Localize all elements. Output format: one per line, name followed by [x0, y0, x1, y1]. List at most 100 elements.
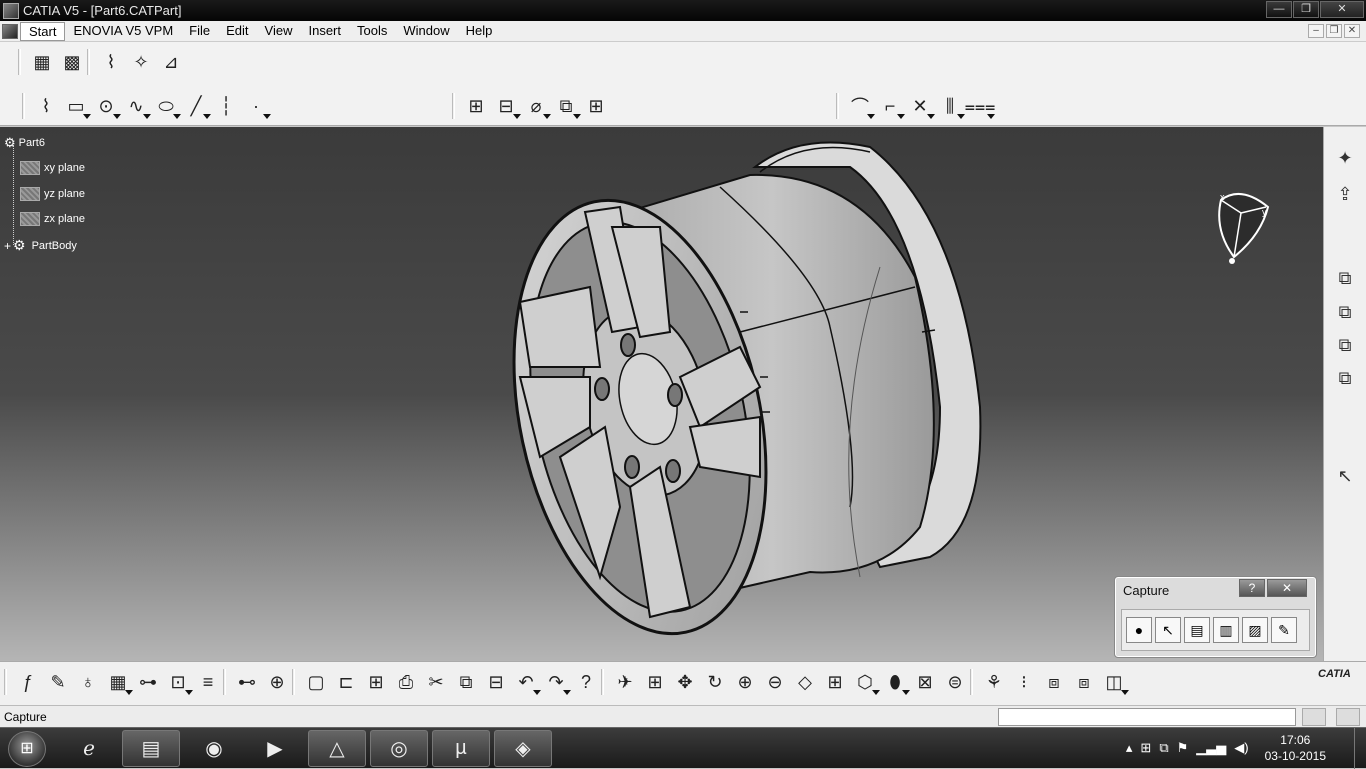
circle-icon[interactable]: ⊙ [91, 92, 121, 120]
rectangle-icon[interactable]: ▭ [61, 92, 91, 120]
grid-icon[interactable]: ▦ [27, 48, 57, 76]
swap-space-icon[interactable]: ⊜ [940, 668, 970, 696]
profile-icon[interactable]: ⌇ [31, 92, 61, 120]
maximize-button[interactable]: ❐ [1293, 1, 1319, 18]
update-all-icon[interactable]: ⧈ [1069, 668, 1099, 696]
menu-view[interactable]: View [257, 21, 301, 41]
3d-viewport[interactable]: ⚙ Part6 xy plane yz plane zx plane + ⚙ P… [0, 127, 1323, 661]
toolbar-grip[interactable] [18, 49, 21, 75]
toolbar-grip[interactable] [452, 93, 455, 119]
menu-help[interactable]: Help [458, 21, 501, 41]
clock[interactable]: 17:06 03-10-2015 [1265, 732, 1326, 764]
graph-icon[interactable]: ⊶ [133, 668, 163, 696]
toolbar-grip[interactable] [87, 49, 90, 75]
record-icon[interactable]: ● [1126, 617, 1152, 643]
menu-file[interactable]: File [181, 21, 218, 41]
sketch-analysis-icon[interactable]: ⚘ [979, 668, 1009, 696]
multi-view-icon[interactable]: ⊞ [820, 668, 850, 696]
doc-minimize-button[interactable]: – [1308, 24, 1324, 38]
save-icon[interactable]: ⊞ [361, 668, 391, 696]
list-icon[interactable]: ⁝ [1009, 668, 1039, 696]
toolbar-grip[interactable] [4, 669, 7, 695]
print-icon[interactable]: ⎙ [391, 668, 421, 696]
whats-this-icon[interactable]: ? [571, 668, 601, 696]
fly-mode-icon[interactable]: ✈ [610, 668, 640, 696]
contact-constraint-icon[interactable]: ⌀ [521, 92, 551, 120]
select-arrow-icon[interactable]: ↖ [1332, 463, 1358, 489]
exit-workbench-icon[interactable]: ⇪ [1332, 181, 1358, 207]
media-player-icon[interactable]: ▶ [246, 730, 304, 767]
auto-constraint-icon[interactable]: ⊞ [581, 92, 611, 120]
cut-part-icon[interactable]: ◫ [1099, 668, 1129, 696]
ellipse-icon[interactable]: ⬭ [151, 92, 181, 120]
capture-options-icon[interactable]: ▤ [1184, 617, 1210, 643]
normal-view-icon[interactable]: ◇ [790, 668, 820, 696]
mirror-icon[interactable]: ⫼ [935, 92, 965, 120]
geometrical-constraint-icon[interactable]: ✧ [126, 48, 156, 76]
constraint-dialog-icon[interactable]: ⊞ [461, 92, 491, 120]
snap-to-point-icon[interactable]: ▩ [57, 48, 87, 76]
toolbar-grip[interactable] [601, 669, 604, 695]
constraint-icon[interactable]: ⊟ [491, 92, 521, 120]
status-button-1[interactable] [1302, 708, 1326, 726]
capture-panel[interactable]: Capture ? ✕ ● ↖ ▤ ▥ ▨ ✎ [1114, 576, 1317, 658]
paste-icon[interactable]: ⊟ [481, 668, 511, 696]
vlc-icon[interactable]: △ [308, 730, 366, 767]
chamfer-icon[interactable]: ⌐ [875, 92, 905, 120]
line-icon[interactable]: ╱ [181, 92, 211, 120]
analysis-icon-4[interactable]: ⧉ [1332, 365, 1358, 391]
internet-explorer-icon[interactable]: ℯ [60, 730, 118, 767]
catalog-icon[interactable]: ⊕ [262, 668, 292, 696]
analysis-icon-2[interactable]: ⧉ [1332, 299, 1358, 325]
tray-expand-icon[interactable]: ▴ [1126, 740, 1133, 756]
axis-icon[interactable]: ┆ [211, 92, 241, 120]
windows-start-button[interactable]: ⊞ [8, 731, 46, 767]
toolbar-grip[interactable] [223, 669, 226, 695]
minimize-button[interactable]: — [1266, 1, 1292, 18]
table-icon[interactable]: ▦ [103, 668, 133, 696]
sketch-workbench-icon[interactable]: ✦ [1332, 145, 1358, 171]
open-file-icon[interactable]: ⊏ [331, 668, 361, 696]
analysis-icon-3[interactable]: ⧉ [1332, 332, 1358, 358]
album-icon[interactable]: ▥ [1213, 617, 1239, 643]
device-icon[interactable]: ⧉ [1159, 740, 1168, 756]
trim-icon[interactable]: ✕ [905, 92, 935, 120]
show-desktop-button[interactable] [1354, 728, 1366, 769]
pan-icon[interactable]: ✥ [670, 668, 700, 696]
zoom-out-icon[interactable]: ⊖ [760, 668, 790, 696]
capture-close-button[interactable]: ✕ [1267, 579, 1307, 597]
formula-icon[interactable]: ƒ [13, 668, 43, 696]
doc-restore-button[interactable]: ❐ [1326, 24, 1342, 38]
fix-together-icon[interactable]: ⧉ [551, 92, 581, 120]
action-center-icon[interactable]: ⚑ [1177, 740, 1189, 756]
fit-all-icon[interactable]: ⊞ [640, 668, 670, 696]
new-file-icon[interactable]: ▢ [301, 668, 331, 696]
analysis-icon-1[interactable]: ⧉ [1332, 265, 1358, 291]
select-mode-icon[interactable]: ↖ [1155, 617, 1181, 643]
network-icon[interactable]: ▁▃▅ [1196, 740, 1226, 756]
close-button[interactable]: ✕ [1320, 1, 1364, 18]
toolbar-grip[interactable] [836, 93, 839, 119]
toolbar-grip[interactable] [22, 93, 25, 119]
redo-icon[interactable]: ↷ [541, 668, 571, 696]
image-icon[interactable]: ▨ [1242, 617, 1268, 643]
hide-show-icon[interactable]: ⊠ [910, 668, 940, 696]
zoom-in-icon[interactable]: ⊕ [730, 668, 760, 696]
undo-icon[interactable]: ↶ [511, 668, 541, 696]
menu-edit[interactable]: Edit [218, 21, 256, 41]
menu-enovia[interactable]: ENOVIA V5 VPM [65, 21, 181, 41]
rotate-icon[interactable]: ↻ [700, 668, 730, 696]
construction-element-icon[interactable]: ⌇ [96, 48, 126, 76]
rule-icon[interactable]: ≡ [193, 668, 223, 696]
status-button-2[interactable] [1336, 708, 1360, 726]
lock-icon[interactable]: ⊡ [163, 668, 193, 696]
firefox-icon[interactable]: ◉ [185, 730, 243, 767]
volume-icon[interactable]: ◀) [1234, 740, 1248, 756]
copy-icon[interactable]: ⧉ [451, 668, 481, 696]
menu-window[interactable]: Window [395, 21, 457, 41]
measure-icon[interactable]: ⊷ [232, 668, 262, 696]
document-icon[interactable] [2, 24, 18, 39]
cut-icon[interactable]: ✂ [421, 668, 451, 696]
menu-insert[interactable]: Insert [300, 21, 349, 41]
toolbar-grip[interactable] [970, 669, 973, 695]
